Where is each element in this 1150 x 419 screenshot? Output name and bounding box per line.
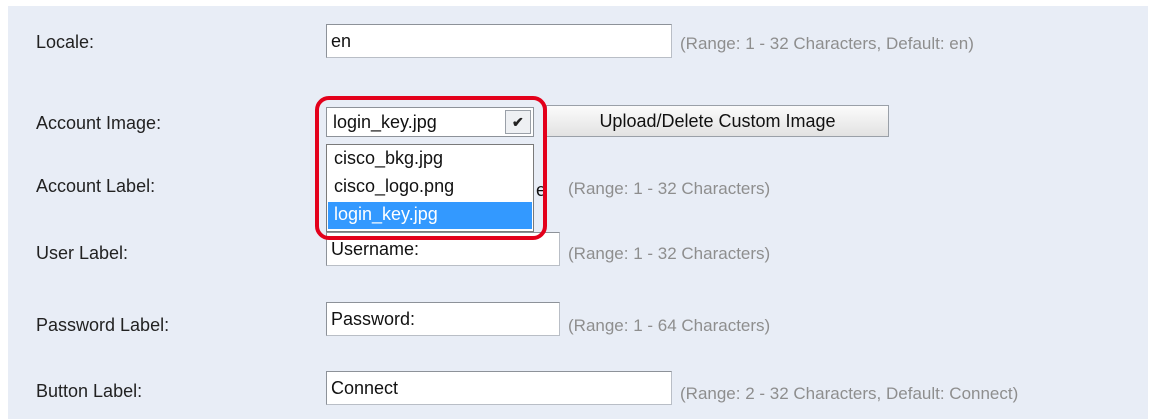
account-image-label: Account Image: <box>36 113 162 133</box>
user-label-hint: (Range: 1 - 32 Characters) <box>568 244 771 263</box>
password-label-hint: (Range: 1 - 64 Characters) <box>568 316 771 335</box>
account-label-label: Account Label: <box>36 176 156 196</box>
button-label-input[interactable]: Connect <box>326 371 672 405</box>
settings-panel: Locale: en (Range: 1 - 32 Characters, De… <box>8 6 1148 419</box>
locale-input[interactable]: en <box>326 24 672 58</box>
button-label-hint: (Range: 2 - 32 Characters, Default: Conn… <box>680 384 1019 403</box>
account-label-hint: (Range: 1 - 32 Characters) <box>568 179 771 198</box>
upload-delete-image-button[interactable]: Upload/Delete Custom Image <box>546 105 889 137</box>
locale-hint: (Range: 1 - 32 Characters, Default: en) <box>680 34 974 53</box>
password-label-input[interactable]: Password: <box>326 302 560 336</box>
user-label-label: User Label: <box>36 243 129 263</box>
password-label-label: Password Label: <box>36 315 170 335</box>
locale-label: Locale: <box>36 32 95 52</box>
highlight-annotation <box>315 96 547 240</box>
button-label-label: Button Label: <box>36 381 143 401</box>
